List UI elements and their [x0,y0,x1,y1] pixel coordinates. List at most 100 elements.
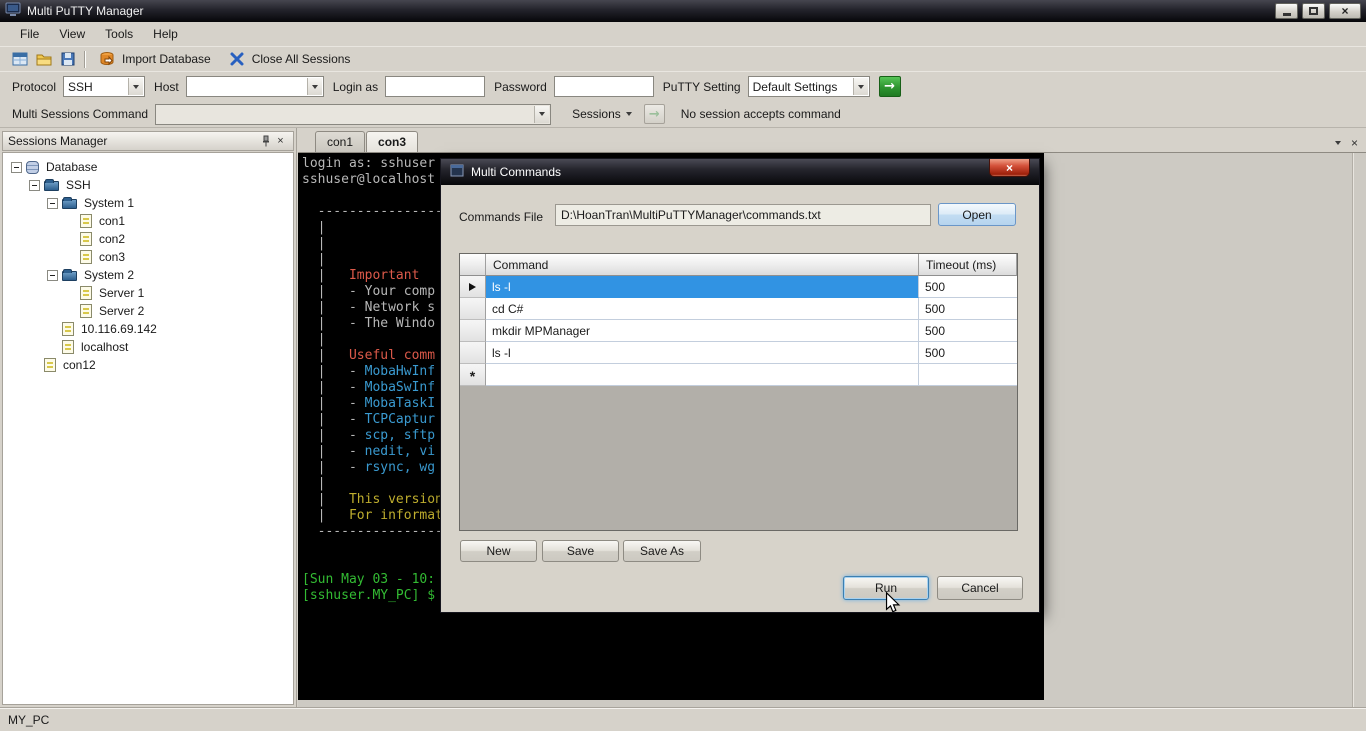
commands-file-input[interactable]: D:\HoanTran\MultiPuTTYManager\commands.t… [555,204,931,226]
tree-item-con3[interactable]: con3 [3,248,293,266]
open-folder-icon[interactable] [36,51,52,67]
tree-item-con2[interactable]: con2 [3,230,293,248]
command-dropdown-button[interactable] [534,105,550,123]
tree-item-label: 10.116.69.142 [81,322,157,336]
grid-cell-timeout[interactable] [919,364,1017,386]
grid-cell-command[interactable]: cd C# [486,298,919,320]
grid-row-header[interactable] [460,276,486,298]
login-input[interactable] [385,76,486,97]
close-panel-button[interactable]: × [273,134,288,148]
terminal-text: [Sun May 03 - 10: [302,572,436,587]
send-command-button[interactable]: → [643,104,665,124]
minimize-button[interactable] [1275,3,1298,19]
tree-item-con12[interactable]: con12 [3,356,293,374]
tree-item-system-2[interactable]: System 2 [3,266,293,284]
save-as-button[interactable]: Save As [623,540,701,562]
grid-row-header[interactable] [460,298,486,320]
close-all-sessions-button[interactable]: Close All Sessions [220,49,356,69]
host-input[interactable] [185,76,324,97]
close-icon: × [277,134,284,147]
session-tabs: con1 con3 [315,131,419,152]
terminal-text: | [302,348,349,363]
chevron-down-icon [625,112,632,116]
grid-cell-timeout[interactable]: 500 [919,320,1017,342]
tree-item-server-1[interactable]: Server 1 [3,284,293,302]
grid-cell-timeout[interactable]: 500 [919,276,1017,298]
tree-expander-icon[interactable] [47,269,58,281]
tree-item-ssh[interactable]: SSH [3,176,293,194]
grid-row-header[interactable] [460,320,486,342]
open-button[interactable]: Open [938,203,1016,226]
host-dropdown-button[interactable] [306,78,322,95]
tree-item-system-1[interactable]: System 1 [3,194,293,212]
grid-cell-timeout[interactable]: 500 [919,342,1017,364]
grid-cell-command[interactable]: ls -l [486,342,919,364]
dialog-close-button[interactable]: × [989,159,1030,177]
tree-expander-icon[interactable] [29,179,40,191]
tree-item-con1[interactable]: con1 [3,212,293,230]
menu-help[interactable]: Help [143,23,188,45]
new-button[interactable]: New [460,540,537,562]
putty-dropdown-button[interactable] [852,78,868,95]
menu-tools[interactable]: Tools [95,23,143,45]
terminal-text: TCPCaptur [364,412,436,427]
session-icon [44,358,56,372]
tree-item-localhost[interactable]: localhost [3,338,293,356]
save-button[interactable]: Save [542,540,619,562]
protocol-select[interactable]: SSH [63,76,146,97]
menu-file[interactable]: File [10,23,49,45]
tree-expander-icon[interactable] [11,161,22,173]
terminal-text: rsync, wg [364,460,436,475]
menu-view[interactable]: View [49,23,95,45]
tree-item-server-2[interactable]: Server 2 [3,302,293,320]
multi-sessions-command-input[interactable] [155,103,552,125]
grid-row-1[interactable]: ls -l 500 [460,276,1017,298]
password-label: Password [494,79,547,94]
tab-list-button[interactable] [1334,141,1341,145]
tree-expander-icon[interactable] [47,197,58,209]
grid-row-header[interactable]: * [460,364,486,386]
grid-cell-command[interactable]: ls -l [486,276,919,298]
grid-column-command[interactable]: Command [486,254,919,276]
grid-cell-timeout[interactable]: 500 [919,298,1017,320]
grid-row-4[interactable]: ls -l 500 [460,342,1017,364]
grid-row-2[interactable]: cd C# 500 [460,298,1017,320]
app-window: Multi PuTTY Manager × File View Tools Help … [0,0,1366,731]
grid-row-5[interactable]: * [460,364,1017,386]
close-button[interactable]: × [1329,3,1361,19]
grid-cell-command[interactable]: mkdir MPManager [486,320,919,342]
pin-panel-button[interactable] [258,134,273,148]
sessions-manager-header: Sessions Manager × [2,131,294,151]
connect-button[interactable]: → [878,76,901,97]
putty-setting-value: Default Settings [752,79,838,94]
terminal-text: sshuser@localhost [302,172,436,187]
grid-body: ls -l 500 cd C# 500 mkdir MPManager 500 ls -l 5… [460,276,1017,386]
cancel-button[interactable]: Cancel [937,576,1023,600]
sessions-manager-icon[interactable] [12,51,28,67]
terminal-text: scp, sftp [364,428,436,443]
tree-item-database[interactable]: Database [3,158,293,176]
session-status-text: No session accepts command [680,107,841,121]
grid-row-3[interactable]: mkdir MPManager 500 [460,320,1017,342]
menubar: File View Tools Help [0,22,1366,46]
titlebar: Multi PuTTY Manager × [0,0,1366,22]
grid-cell-command[interactable] [486,364,919,386]
dialog-icon [450,164,464,180]
import-database-button[interactable]: Import Database [90,49,216,69]
session-icon [80,232,92,246]
close-tab-button[interactable]: × [1351,136,1358,150]
tab-con3[interactable]: con3 [366,131,419,152]
protocol-dropdown-button[interactable] [128,78,144,95]
password-input[interactable] [553,76,654,97]
dialog-titlebar[interactable]: Multi Commands × [441,159,1039,185]
grid-column-timeout[interactable]: Timeout (ms) [919,254,1017,276]
tab-con1[interactable]: con1 [315,131,366,152]
maximize-button[interactable] [1302,3,1325,19]
save-sessions-icon[interactable] [60,51,76,67]
tree-item-10-116-69-142[interactable]: 10.116.69.142 [3,320,293,338]
terminal-text: Useful comm [348,348,436,363]
grid-row-header[interactable] [460,342,486,364]
putty-setting-select[interactable]: Default Settings [747,76,870,97]
multi-sessions-toolbar: Multi Sessions Command Sessions → No ses… [0,101,1366,128]
sessions-dropdown-button[interactable]: Sessions [566,104,638,124]
